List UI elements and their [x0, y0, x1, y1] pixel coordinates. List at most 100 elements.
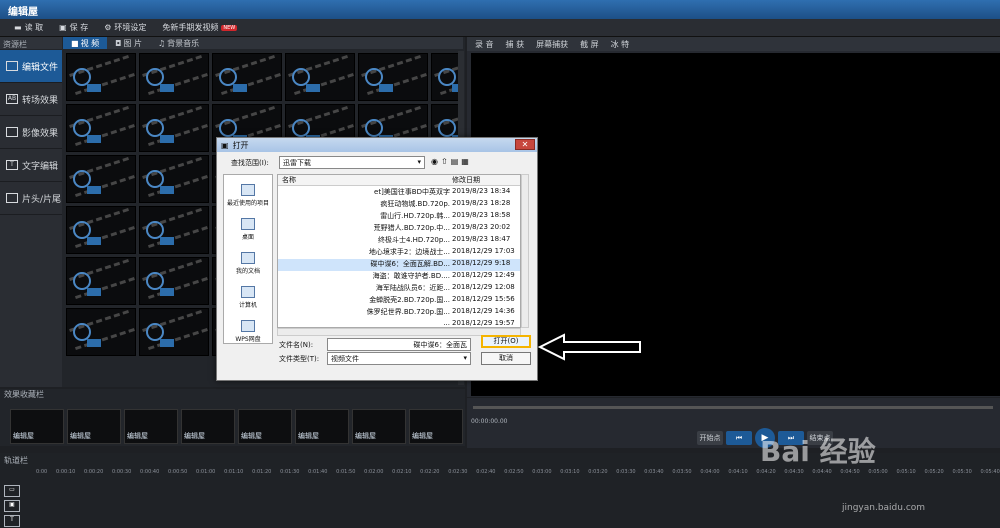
app-icon: ▣ — [221, 140, 229, 150]
ruler-tick: 0:04:10 — [728, 469, 748, 475]
view-menu-icon[interactable]: ▦ — [461, 157, 469, 166]
file-list-scrollbar[interactable] — [521, 174, 529, 328]
place-wps-cloud[interactable]: WPS网盘 — [224, 311, 272, 345]
ruler-tick: 0:00:40 — [140, 469, 160, 475]
favorite-label: 编辑屋 — [13, 432, 34, 440]
media-thumbnail[interactable] — [139, 308, 209, 356]
favorite-label: 编辑屋 — [127, 432, 148, 440]
tab-screen-capture[interactable]: 屏幕捕获 — [536, 39, 568, 50]
place-documents[interactable]: 我的文档 — [224, 243, 272, 277]
media-thumbnail[interactable] — [212, 53, 282, 101]
tab-video[interactable]: ■ 视 频 — [63, 37, 108, 49]
start-point-button[interactable]: 开始点 — [697, 431, 723, 445]
sidebar-item-transition[interactable]: AB 转场效果 — [0, 83, 62, 116]
favorite-thumbnail[interactable]: 编辑屋 — [409, 409, 463, 444]
favorite-thumbnail[interactable]: 编辑屋 — [181, 409, 235, 444]
tab-image[interactable]: ◘ 图 片 — [107, 37, 150, 49]
filetype-select[interactable]: 视频文件 ▾ — [327, 352, 471, 365]
camera-icon — [306, 84, 320, 92]
media-thumbnail[interactable] — [431, 53, 458, 101]
file-row[interactable]: 海盗：敢谁守护者.BD.... 2018/12/29 12:49 — [278, 271, 520, 283]
favorite-thumbnail[interactable]: 编辑屋 — [10, 409, 64, 444]
close-icon[interactable]: ✕ — [515, 139, 535, 150]
favorite-thumbnail[interactable]: 编辑屋 — [295, 409, 349, 444]
ruler-tick: 0:04:20 — [756, 469, 776, 475]
video-track-icon[interactable]: ▭ — [4, 485, 20, 497]
sidebar-item-title[interactable]: 片头/片尾 — [0, 182, 62, 215]
place-recent[interactable]: 最近使用的项目 — [224, 175, 272, 209]
effect-icon — [6, 127, 18, 137]
text-track-icon[interactable]: T — [4, 515, 20, 527]
tab-capture[interactable]: 捕 获 — [506, 39, 525, 50]
sidebar-item-text[interactable]: T 文字编辑 — [0, 149, 62, 182]
place-desktop[interactable]: 桌面 — [224, 209, 272, 243]
file-row[interactable]: 金蝉脱壳2.BD.720p.国... 2018/12/29 15:56 — [278, 295, 520, 307]
file-row[interactable]: 地心境求手2：边境战士... 2018/12/29 17:03 — [278, 247, 520, 259]
settings-button[interactable]: ⚙ 环境设定 — [104, 22, 146, 33]
favorite-thumbnail[interactable]: 编辑屋 — [124, 409, 178, 444]
media-thumbnail[interactable] — [66, 104, 136, 152]
column-name[interactable]: 名称 — [278, 175, 452, 185]
back-icon[interactable]: ◉ — [431, 157, 438, 166]
open-button[interactable]: 打开(O) — [481, 335, 531, 348]
look-in-combo[interactable]: 迅雷下载 ▾ — [279, 156, 425, 169]
file-row[interactable]: 荒野猎人.BD.720p.中... 2019/8/23 20:02 — [278, 223, 520, 235]
media-thumbnail[interactable] — [66, 257, 136, 305]
new-folder-icon[interactable]: ▤ — [451, 157, 459, 166]
sidebar-item-edit-file[interactable]: 编辑文件 — [0, 50, 62, 83]
media-thumbnail[interactable] — [358, 53, 428, 101]
ruler-tick: 0:03:10 — [560, 469, 580, 475]
file-date: 2018/12/29 9:18 — [452, 259, 511, 267]
media-thumbnail[interactable] — [139, 155, 209, 203]
media-thumbnail[interactable] — [66, 53, 136, 101]
media-thumbnail[interactable] — [139, 206, 209, 254]
file-row[interactable]: 雷山行.HD.720p.韩... 2019/8/23 18:58 — [278, 211, 520, 223]
favorite-thumbnail[interactable]: 编辑屋 — [67, 409, 121, 444]
overlay-track-icon[interactable]: ▣ — [4, 500, 20, 512]
save-icon: ▣ — [59, 23, 67, 32]
favorite-thumbnail[interactable]: 编辑屋 — [238, 409, 292, 444]
ruler-tick: 0:02:30 — [448, 469, 468, 475]
toolbar: ▬ 读 取 ▣ 保 存 ⚙ 环境设定 免新手期发视频 NEW — [0, 19, 1000, 37]
favorite-label: 编辑屋 — [184, 432, 205, 440]
media-thumbnail[interactable] — [285, 53, 355, 101]
media-thumbnail[interactable] — [139, 257, 209, 305]
filename-input[interactable]: 碟中谍6：全面瓦 — [327, 338, 471, 351]
tab-music[interactable]: ♫ 背景音乐 — [150, 37, 207, 49]
file-row[interactable]: 侏罗纪世界.BD.720p.国... 2018/12/29 14:36 — [278, 307, 520, 319]
place-computer[interactable]: 计算机 — [224, 277, 272, 311]
media-thumbnail[interactable] — [66, 308, 136, 356]
file-row[interactable]: ... 2018/12/29 19:57 — [278, 319, 520, 327]
favorite-thumbnail[interactable]: 编辑屋 — [352, 409, 406, 444]
favorite-label: 编辑屋 — [298, 432, 319, 440]
tab-special[interactable]: 冰 特 — [611, 39, 630, 50]
tab-screenshot[interactable]: 截 屏 — [580, 39, 599, 50]
media-thumbnail[interactable] — [139, 53, 209, 101]
ruler-tick: 0:03:30 — [616, 469, 636, 475]
cloud-icon — [241, 320, 255, 332]
file-row[interactable]: 疯狂动物城.BD.720p. 2019/8/23 18:28 — [278, 199, 520, 211]
media-thumbnail[interactable] — [66, 155, 136, 203]
file-date: 2019/8/23 18:34 — [452, 187, 511, 195]
up-folder-icon[interactable]: ⇧ — [441, 157, 448, 166]
chevron-down-icon: ▾ — [417, 158, 421, 166]
video-icon — [6, 61, 18, 71]
tab-record[interactable]: 录 音 — [475, 39, 494, 50]
save-button[interactable]: ▣ 保 存 — [59, 22, 88, 33]
column-date[interactable]: 修改日期 — [452, 175, 520, 185]
cancel-button[interactable]: 取消 — [481, 352, 531, 365]
file-row[interactable]: et]美国往事BD中英双字 2019/8/23 18:34 — [278, 187, 520, 199]
media-thumbnail[interactable] — [66, 206, 136, 254]
file-row[interactable]: 终极斗士4.HD.720p... 2019/8/23 18:47 — [278, 235, 520, 247]
media-thumbnail[interactable] — [139, 104, 209, 152]
progress-slider[interactable] — [473, 406, 993, 409]
read-button[interactable]: ▬ 读 取 — [14, 22, 43, 33]
file-row[interactable]: 碟中谍6：全面瓦解.BD... 2018/12/29 9:18 — [278, 259, 520, 271]
film-icon — [6, 193, 18, 203]
tutorial-link[interactable]: 免新手期发视频 NEW — [162, 22, 238, 33]
prev-icon[interactable]: ⏮ — [726, 431, 752, 445]
sidebar-item-effects[interactable]: 影像效果 — [0, 116, 62, 149]
timeline-label: 轨道栏 — [4, 456, 28, 465]
file-row[interactable]: 海军陆战队员6：近距... 2018/12/29 12:08 — [278, 283, 520, 295]
favorite-label: 编辑屋 — [355, 432, 376, 440]
